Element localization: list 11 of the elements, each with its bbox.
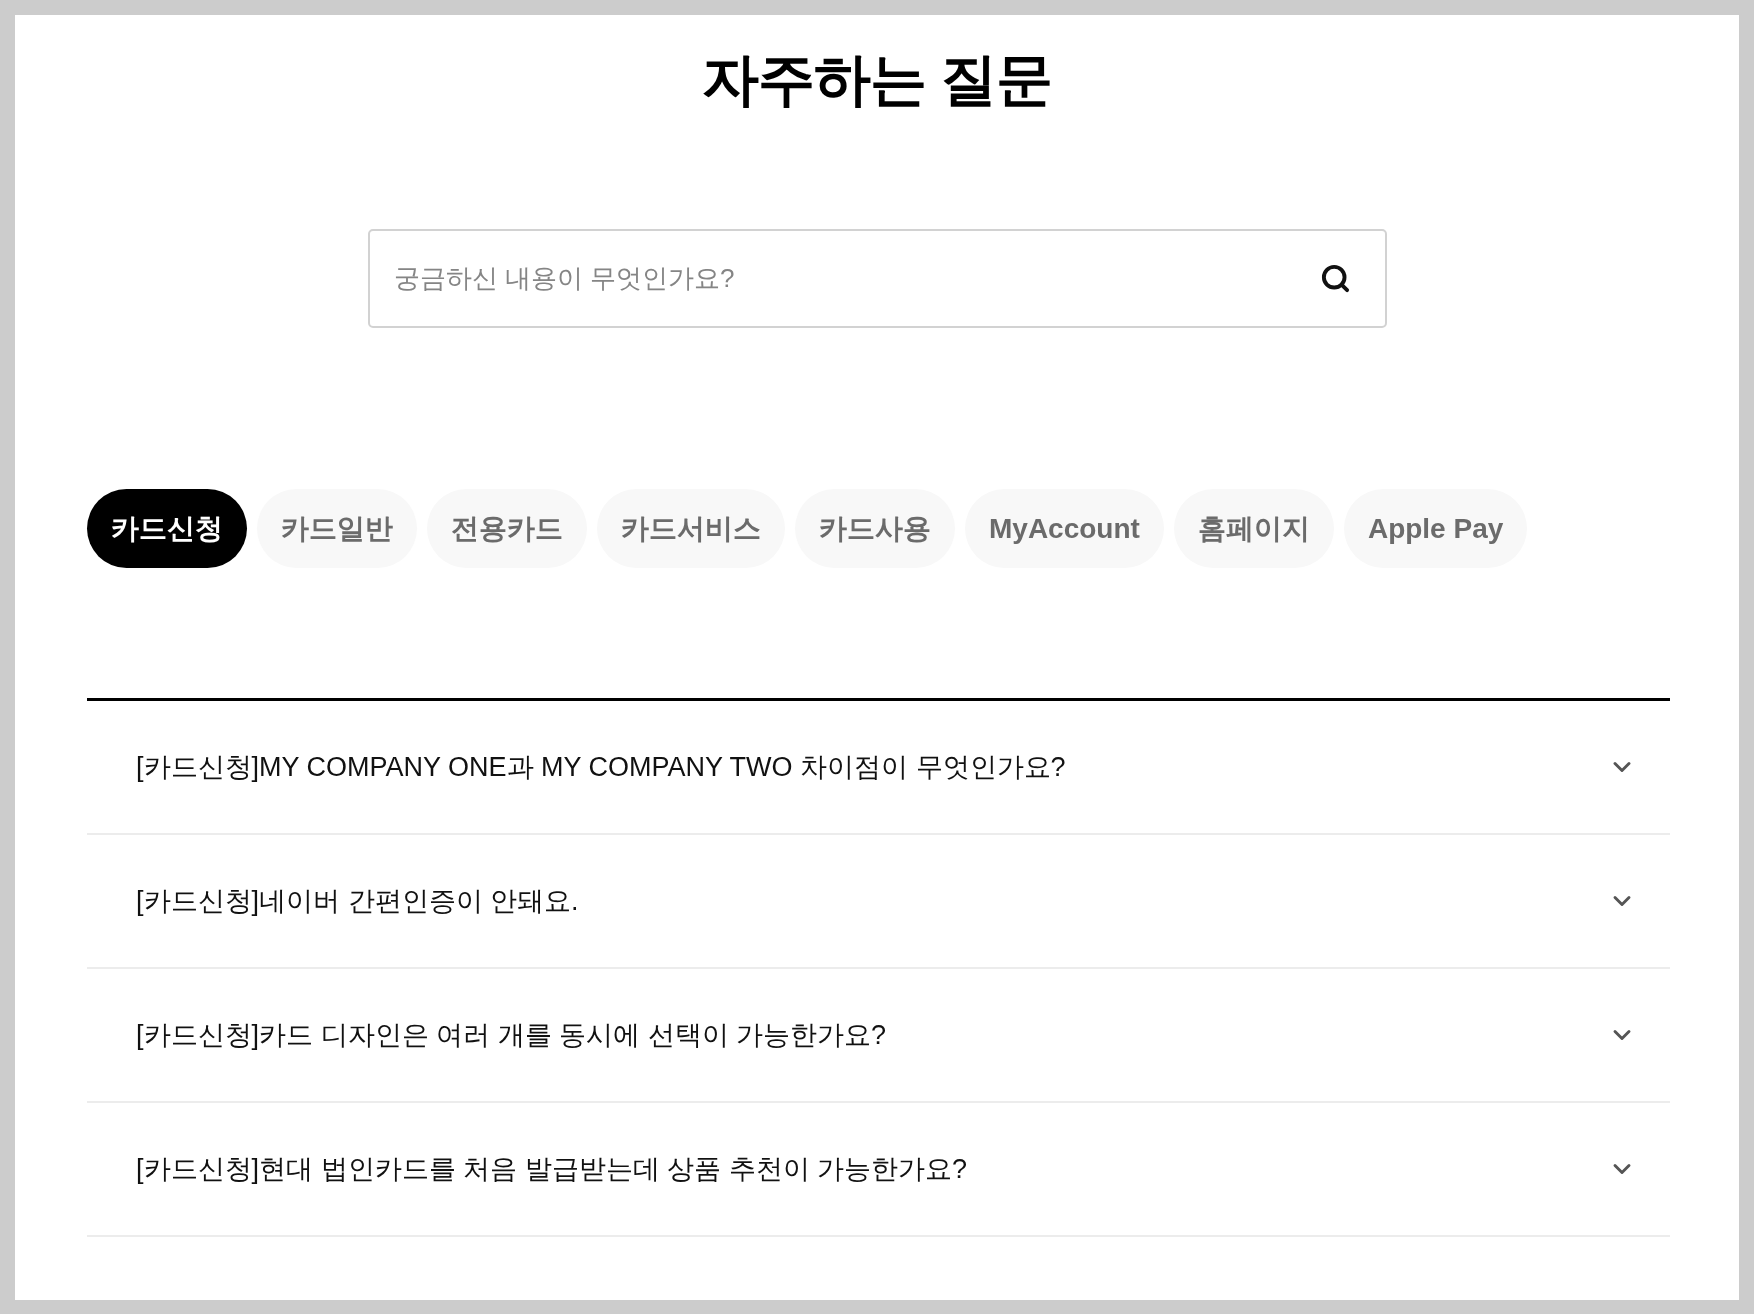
category-tab[interactable]: Apple Pay	[1343, 489, 1528, 568]
category-tab[interactable]: 카드서비스	[597, 489, 785, 568]
category-tab[interactable]: 홈페이지	[1173, 489, 1334, 568]
category-tab[interactable]: 카드신청	[87, 489, 247, 568]
category-tab[interactable]: MyAccount	[965, 489, 1164, 568]
category-tab[interactable]: 카드사용	[795, 489, 955, 568]
page-title: 자주하는 질문	[701, 46, 1053, 113]
category-tab[interactable]: 카드일반	[257, 489, 417, 568]
search-field[interactable]: 궁금하신 내용이 무엇인가요?	[367, 229, 1387, 328]
search-icon[interactable]	[1319, 263, 1351, 294]
category-tab[interactable]: 전용카드	[427, 489, 587, 568]
